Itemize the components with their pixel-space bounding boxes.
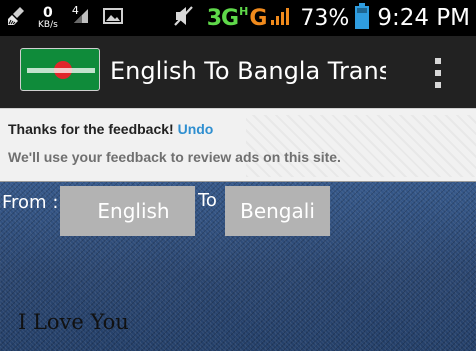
sim-signal-icon: 4 [70, 4, 92, 31]
status-bar: 0 KB/s 4 3G H G 73% 9:24 PM [0, 0, 476, 36]
sim-number: 4 [71, 4, 79, 17]
menu-dot [435, 58, 441, 64]
to-label: To [198, 190, 217, 211]
network-speed: 0 KB/s [38, 6, 58, 30]
source-language-label: English [97, 199, 170, 223]
status-bar-left: 0 KB/s 4 [6, 4, 134, 32]
feedback-thanks-text: Thanks for the feedback! [8, 121, 174, 137]
undo-link[interactable]: Undo [178, 121, 214, 137]
network-speed-value: 0 [43, 5, 53, 21]
network-speed-unit: KB/s [38, 20, 58, 30]
menu-dot [435, 70, 441, 76]
network-type-3g: 3G [206, 5, 239, 31]
ad-feedback-banner: Thanks for the feedback! Undo We'll use … [0, 108, 476, 182]
battery-percent: 73% [300, 5, 350, 31]
network-type-h: H [239, 4, 249, 18]
from-label: From : [2, 192, 59, 213]
bangladesh-flag-icon[interactable] [20, 48, 100, 91]
feedback-thanks: Thanks for the feedback! Undo [8, 121, 213, 137]
menu-dot [435, 82, 441, 88]
flag-text-stripe [27, 68, 95, 73]
target-language-label: Bengali [240, 199, 315, 223]
action-bar: English To Bangla Translator [0, 36, 476, 108]
status-bar-right: 3G H G 73% 9:24 PM [173, 2, 470, 34]
image-notification-icon [102, 5, 124, 31]
battery-icon [355, 3, 370, 33]
ad-background-graphic [246, 115, 476, 177]
target-language-button[interactable]: Bengali [225, 186, 330, 236]
mute-icon [173, 4, 195, 32]
feedback-message: We'll use your feedback to review ads on… [8, 149, 341, 165]
signal-bars-icon [270, 5, 292, 31]
network-type-g: G [249, 5, 268, 31]
app-title: English To Bangla Translator [110, 57, 386, 85]
status-clock: 9:24 PM [377, 5, 470, 31]
translator-panel: From : English To Bengali I Love You [0, 182, 476, 351]
overflow-menu-icon[interactable] [428, 56, 448, 90]
broom-cleaner-icon [6, 5, 28, 31]
source-language-button[interactable]: English [60, 186, 195, 236]
source-text-input[interactable]: I Love You [18, 310, 129, 334]
